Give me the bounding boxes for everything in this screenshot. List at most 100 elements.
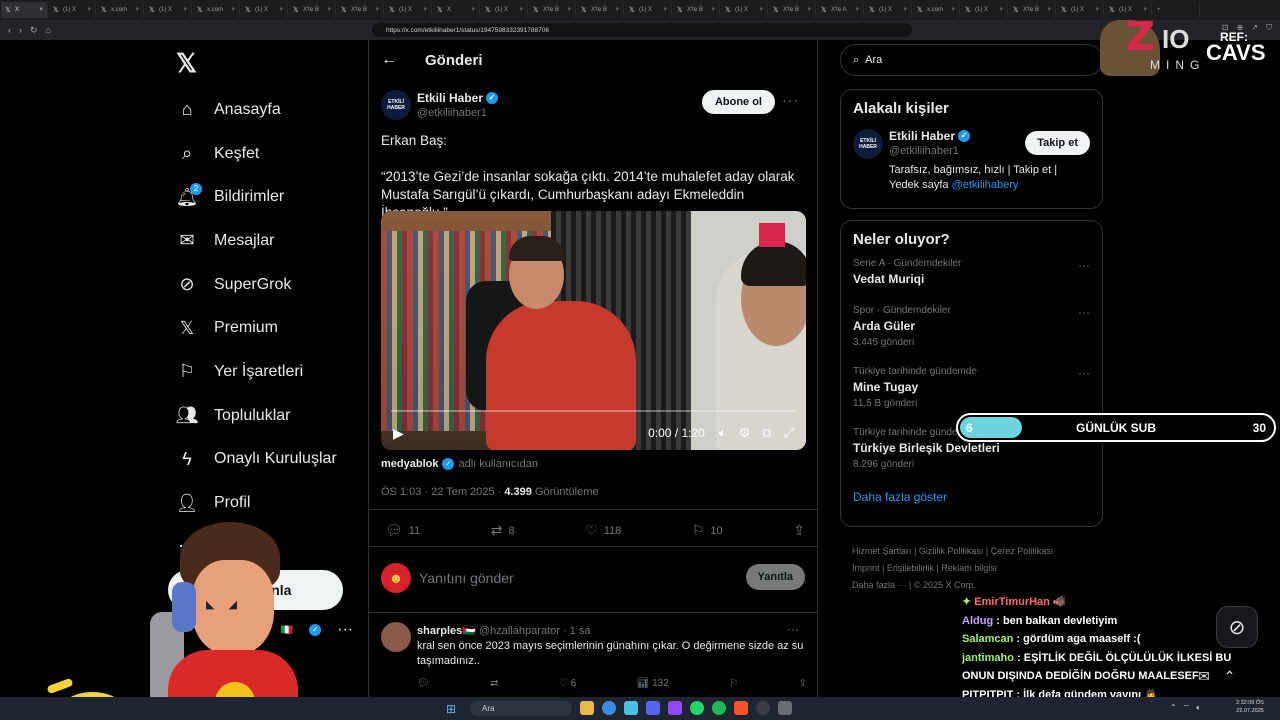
search-input[interactable]: ⌕ Ara (840, 44, 1103, 76)
volume-icon[interactable]: 🔈︎ (1196, 703, 1201, 713)
browser-tab[interactable]: 𝕏 (1) X × (145, 2, 192, 18)
browser-tab[interactable]: 𝕏 (1) X × (241, 2, 288, 18)
footer-link[interactable]: © 2025 X Corp. (914, 580, 976, 590)
video-progress-bar[interactable] (391, 410, 796, 412)
relevant-person[interactable]: ETKİLİ HABER Etkili Haber ✓ @etkiliihaber… (853, 127, 1090, 197)
person-name[interactable]: Etkili Haber ✓ (889, 129, 971, 143)
file-explorer-icon[interactable] (580, 701, 594, 715)
sidebar-item-x-premium[interactable]: 𝕏 Premium (170, 306, 360, 350)
taskbar-search[interactable]: Ara (470, 701, 572, 716)
footer-link[interactable]: Imprint (852, 563, 880, 573)
browser-tab[interactable]: 𝕏 (1) X × (865, 2, 912, 18)
browser-tab[interactable]: 𝕏 X'te B × (289, 2, 336, 18)
sidebar-item-bell[interactable]: 🔔︎ 2 Bildirimler (170, 175, 360, 219)
browser-tab[interactable]: 𝕏 (1) X × (1057, 2, 1104, 18)
discord-icon[interactable] (646, 701, 660, 715)
tab-close-icon[interactable]: × (855, 7, 859, 13)
sidebar-item-profile[interactable]: 👤︎ Profil (170, 481, 360, 525)
pip-icon[interactable]: ⧉ (762, 425, 771, 441)
footer-link[interactable]: Erişilebilirlik (887, 563, 934, 573)
author-name[interactable]: Etkili Haber ✓ (417, 91, 499, 105)
back-arrow-icon[interactable]: ← (381, 51, 397, 69)
tab-close-icon[interactable]: × (759, 7, 763, 13)
chrome-icon[interactable] (602, 701, 616, 715)
footer-link[interactable]: Hizmet Şartları (852, 546, 912, 556)
twitch-icon[interactable] (668, 701, 682, 715)
tab-close-icon[interactable]: × (1095, 7, 1099, 13)
tab-close-icon[interactable]: × (663, 7, 667, 13)
like-action[interactable]: ♡ 118 (585, 522, 621, 539)
play-icon[interactable]: ▶ (393, 425, 404, 442)
tab-close-icon[interactable]: × (327, 7, 331, 13)
tab-close-icon[interactable]: × (39, 7, 43, 13)
new-message-icon[interactable]: ✉ (1198, 668, 1210, 685)
tab-close-icon[interactable]: × (1047, 7, 1051, 13)
reply-input[interactable]: Yanıtını gönder (419, 570, 514, 586)
windows-start-icon[interactable]: ⊞ (446, 702, 456, 716)
obs-icon[interactable] (756, 701, 770, 715)
reply-avatar[interactable] (381, 622, 411, 652)
url-field[interactable]: https://x.com/etkiliihaber1/status/19475… (372, 23, 912, 37)
tab-close-icon[interactable]: × (951, 7, 955, 13)
browser-tab[interactable]: 𝕏x.com × (913, 2, 960, 18)
tab-close-icon[interactable]: × (231, 7, 235, 13)
browser-tab[interactable]: 𝕏 X'te A × (817, 2, 864, 18)
user-avatar[interactable]: ☻ (381, 563, 411, 593)
browser-tab[interactable]: 𝕏 X'te B × (673, 2, 720, 18)
trend-item[interactable]: Serie A · Gündemdekiler Vedat Muriqi ··· (853, 258, 1090, 305)
reply-action[interactable]: 💬︎ 11 (385, 522, 420, 539)
tab-close-icon[interactable]: × (999, 7, 1003, 13)
whatsapp-icon[interactable] (690, 701, 704, 715)
tab-close-icon[interactable]: × (711, 7, 715, 13)
tab-close-icon[interactable]: × (807, 7, 811, 13)
person-name-label[interactable]: Etkili Haber (889, 129, 955, 143)
footer-link[interactable]: Reklam bilgisi (941, 563, 997, 573)
tab-close-icon[interactable]: × (135, 7, 139, 13)
tab-close-icon[interactable]: × (471, 7, 475, 13)
sidebar-item-home[interactable]: ⌂ Anasayfa (170, 88, 360, 132)
browser-tab[interactable]: 𝕏x.com × (193, 2, 240, 18)
reply-button[interactable]: Yanıtla (745, 564, 805, 590)
x-logo-icon[interactable]: 𝕏 (176, 48, 360, 88)
steam-icon[interactable] (778, 701, 792, 715)
expand-chevron-icon[interactable]: ⌃ (1224, 668, 1236, 685)
browser-tab[interactable]: 𝕏x.com × (97, 2, 144, 18)
forward-arrow-icon[interactable]: › (19, 25, 22, 36)
tab-close-icon[interactable]: × (279, 7, 283, 13)
brave-icon[interactable] (734, 701, 748, 715)
network-icon[interactable]: ⌔ (1183, 703, 1191, 713)
follow-button[interactable]: Takip et (1025, 131, 1090, 155)
browser-tab[interactable]: 𝕏 (1) X × (721, 2, 768, 18)
show-more-link[interactable]: Daha fazla göster (853, 490, 1090, 504)
reply-author-handle[interactable]: @hzallahparator (479, 625, 560, 637)
share-icon[interactable]: ⇪ (799, 678, 807, 689)
footer-link[interactable]: Gizlilik Politikası (919, 546, 984, 556)
more-options-icon[interactable]: ··· (337, 621, 353, 639)
browser-tab[interactable]: 𝕏 (1) X × (481, 2, 528, 18)
repost-action[interactable]: ⇄ 8 (491, 522, 515, 539)
share-action[interactable]: ⇪ (793, 522, 805, 539)
browser-tab[interactable]: 𝕏 (1) X × (961, 2, 1008, 18)
sidebar-item-search[interactable]: ⌕ Keşfet (170, 132, 360, 176)
tab-close-icon[interactable]: × (183, 7, 187, 13)
browser-tab[interactable]: 𝕏 X'te B × (337, 2, 384, 18)
repost-icon[interactable]: ⇄ (490, 678, 498, 689)
person-handle[interactable]: @etkiliihaber1 (889, 145, 959, 157)
sidebar-item-mail[interactable]: ✉ Mesajlar (170, 219, 360, 263)
volume-icon[interactable]: 🔈︎ (719, 425, 727, 441)
video-player[interactable]: ▶ 0:00 / 1:20 🔈︎ ⚙︎ ⧉ ⤢ (381, 211, 806, 450)
tab-close-icon[interactable]: × (903, 7, 907, 13)
browser-tab[interactable]: 𝕏 (1) X × (625, 2, 672, 18)
more-options-icon[interactable]: ··· (787, 622, 799, 636)
tab-close-icon[interactable]: × (519, 7, 523, 13)
taskbar-clock[interactable]: 2:32:09 ÖS 22.07.2025 (1236, 699, 1264, 715)
browser-tab[interactable]: 𝕏 X × (1, 2, 48, 18)
settings-gear-icon[interactable]: ⚙︎ (739, 425, 751, 441)
sidebar-item-grok[interactable]: ⊘ SuperGrok (170, 263, 360, 307)
source-name[interactable]: medyablok (381, 458, 438, 470)
reload-icon[interactable]: ↻ (30, 25, 38, 36)
fullscreen-icon[interactable]: ⤢ (784, 425, 794, 441)
views-action[interactable]: 📊︎ 132 (637, 678, 669, 689)
tray-chevron-icon[interactable]: ⌃ (1170, 703, 1177, 713)
trend-item[interactable]: Spor · Gündemdekiler Arda Güler 3.445 gönd… (853, 305, 1090, 366)
